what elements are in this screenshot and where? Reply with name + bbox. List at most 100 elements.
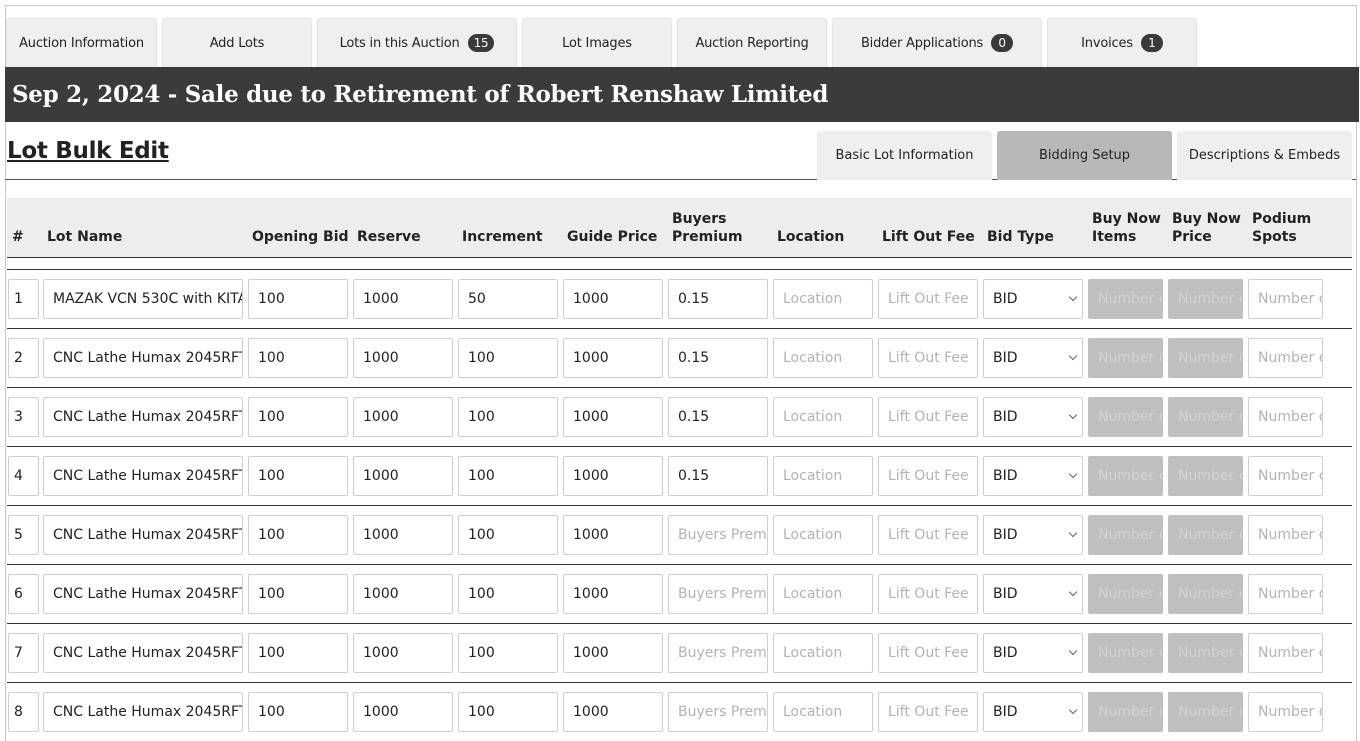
bid-type-select[interactable]: BID xyxy=(983,279,1083,319)
lot-number-field[interactable]: 6 xyxy=(8,574,39,614)
lift-out-fee-input[interactable]: Lift Out Fee xyxy=(878,515,978,555)
lot-name-input[interactable]: CNC Lathe Humax 2045RFT xyxy=(43,633,243,673)
lot-name-input[interactable]: CNC Lathe Humax 2045RFT xyxy=(43,515,243,555)
guide-price-input[interactable]: 1000 xyxy=(563,574,663,614)
buyers-premium-input[interactable]: Buyers Premi xyxy=(668,633,768,673)
opening-bid-input[interactable]: 100 xyxy=(248,633,348,673)
opening-bid-input[interactable]: 100 xyxy=(248,397,348,437)
reserve-input[interactable]: 1000 xyxy=(353,633,453,673)
opening-bid-input[interactable]: 100 xyxy=(248,574,348,614)
opening-bid-input[interactable]: 100 xyxy=(248,692,348,732)
lot-name-input[interactable]: CNC Lathe Humax 2045RFT xyxy=(43,338,243,378)
buyers-premium-input[interactable]: 0.15 xyxy=(668,338,768,378)
bid-type-select[interactable]: BID xyxy=(983,574,1083,614)
tab-auction-information[interactable]: Auction Information xyxy=(6,18,157,67)
lot-name-input[interactable]: MAZAK VCN 530C with KITA xyxy=(43,279,243,319)
reserve-input[interactable]: 1000 xyxy=(353,397,453,437)
opening-bid-input[interactable]: 100 xyxy=(248,338,348,378)
tab-descriptions-embeds[interactable]: Descriptions & Embeds xyxy=(1177,131,1352,180)
lift-out-fee-input[interactable]: Lift Out Fee xyxy=(878,574,978,614)
increment-input[interactable]: 100 xyxy=(458,574,558,614)
reserve-input[interactable]: 1000 xyxy=(353,338,453,378)
tab-lots-in-this-auction[interactable]: Lots in this Auction 15 xyxy=(317,18,517,67)
increment-input[interactable]: 100 xyxy=(458,338,558,378)
lot-number-field[interactable]: 8 xyxy=(8,692,39,732)
tab-label: Auction Reporting xyxy=(695,35,809,51)
reserve-input[interactable]: 1000 xyxy=(353,692,453,732)
podium-spots-input[interactable]: Number c xyxy=(1248,692,1323,732)
podium-spots-input[interactable]: Number c xyxy=(1248,456,1323,496)
increment-input[interactable]: 100 xyxy=(458,397,558,437)
increment-input[interactable]: 100 xyxy=(458,692,558,732)
location-input[interactable]: Location xyxy=(773,574,873,614)
opening-bid-input[interactable]: 100 xyxy=(248,456,348,496)
lot-number-field[interactable]: 2 xyxy=(8,338,39,378)
guide-price-input[interactable]: 1000 xyxy=(563,515,663,555)
opening-bid-value: 100 xyxy=(258,468,285,484)
bid-type-select[interactable]: BID xyxy=(983,338,1083,378)
lift-out-fee-input[interactable]: Lift Out Fee xyxy=(878,397,978,437)
buyers-premium-input[interactable]: Buyers Premi xyxy=(668,692,768,732)
buyers-premium-input[interactable]: Buyers Premi xyxy=(668,574,768,614)
location-input[interactable]: Location xyxy=(773,279,873,319)
tab-add-lots[interactable]: Add Lots xyxy=(162,18,312,67)
reserve-input[interactable]: 1000 xyxy=(353,574,453,614)
buyers-premium-input[interactable]: 0.15 xyxy=(668,279,768,319)
lot-name-input[interactable]: CNC Lathe Humax 2045RFT xyxy=(43,397,243,437)
podium-spots-input[interactable]: Number c xyxy=(1248,338,1323,378)
bid-type-select[interactable]: BID xyxy=(983,692,1083,732)
lot-number-field[interactable]: 3 xyxy=(8,397,39,437)
tab-basic-lot-information[interactable]: Basic Lot Information xyxy=(817,131,992,180)
guide-price-input[interactable]: 1000 xyxy=(563,279,663,319)
podium-spots-input[interactable]: Number c xyxy=(1248,515,1323,555)
location-input[interactable]: Location xyxy=(773,633,873,673)
bid-type-select[interactable]: BID xyxy=(983,397,1083,437)
bid-type-select[interactable]: BID xyxy=(983,633,1083,673)
lot-number-field[interactable]: 7 xyxy=(8,633,39,673)
location-input[interactable]: Location xyxy=(773,515,873,555)
bid-type-select[interactable]: BID xyxy=(983,456,1083,496)
lift-out-fee-input[interactable]: Lift Out Fee xyxy=(878,633,978,673)
lift-out-fee-input[interactable]: Lift Out Fee xyxy=(878,279,978,319)
buyers-premium-input[interactable]: 0.15 xyxy=(668,456,768,496)
podium-spots-input[interactable]: Number c xyxy=(1248,633,1323,673)
tab-lot-images[interactable]: Lot Images xyxy=(522,18,672,67)
lift-out-fee-input[interactable]: Lift Out Fee xyxy=(878,692,978,732)
increment-input[interactable]: 100 xyxy=(458,456,558,496)
location-input[interactable]: Location xyxy=(773,456,873,496)
tab-invoices[interactable]: Invoices 1 xyxy=(1047,18,1197,67)
reserve-input[interactable]: 1000 xyxy=(353,515,453,555)
bid-type-select[interactable]: BID xyxy=(983,515,1083,555)
increment-input[interactable]: 100 xyxy=(458,633,558,673)
lift-out-fee-input[interactable]: Lift Out Fee xyxy=(878,338,978,378)
tab-auction-reporting[interactable]: Auction Reporting xyxy=(677,18,827,67)
location-input[interactable]: Location xyxy=(773,397,873,437)
reserve-input[interactable]: 1000 xyxy=(353,279,453,319)
reserve-input[interactable]: 1000 xyxy=(353,456,453,496)
tab-bidder-applications[interactable]: Bidder Applications 0 xyxy=(832,18,1042,67)
location-input[interactable]: Location xyxy=(773,338,873,378)
lift-out-fee-input[interactable]: Lift Out Fee xyxy=(878,456,978,496)
guide-price-input[interactable]: 1000 xyxy=(563,692,663,732)
guide-price-input[interactable]: 1000 xyxy=(563,338,663,378)
location-input[interactable]: Location xyxy=(773,692,873,732)
increment-input[interactable]: 100 xyxy=(458,515,558,555)
lot-name-input[interactable]: CNC Lathe Humax 2045RFT xyxy=(43,456,243,496)
opening-bid-input[interactable]: 100 xyxy=(248,279,348,319)
podium-spots-input[interactable]: Number c xyxy=(1248,397,1323,437)
lot-number-field[interactable]: 5 xyxy=(8,515,39,555)
podium-spots-input[interactable]: Number c xyxy=(1248,574,1323,614)
lot-number-field[interactable]: 4 xyxy=(8,456,39,496)
lot-name-input[interactable]: CNC Lathe Humax 2045RFT xyxy=(43,692,243,732)
guide-price-input[interactable]: 1000 xyxy=(563,633,663,673)
tab-bidding-setup[interactable]: Bidding Setup xyxy=(997,131,1172,180)
guide-price-input[interactable]: 1000 xyxy=(563,397,663,437)
increment-input[interactable]: 50 xyxy=(458,279,558,319)
lot-name-input[interactable]: CNC Lathe Humax 2045RFT xyxy=(43,574,243,614)
buyers-premium-input[interactable]: 0.15 xyxy=(668,397,768,437)
podium-spots-input[interactable]: Number c xyxy=(1248,279,1323,319)
guide-price-input[interactable]: 1000 xyxy=(563,456,663,496)
buyers-premium-input[interactable]: Buyers Premi xyxy=(668,515,768,555)
opening-bid-input[interactable]: 100 xyxy=(248,515,348,555)
lot-number-field[interactable]: 1 xyxy=(8,279,39,319)
